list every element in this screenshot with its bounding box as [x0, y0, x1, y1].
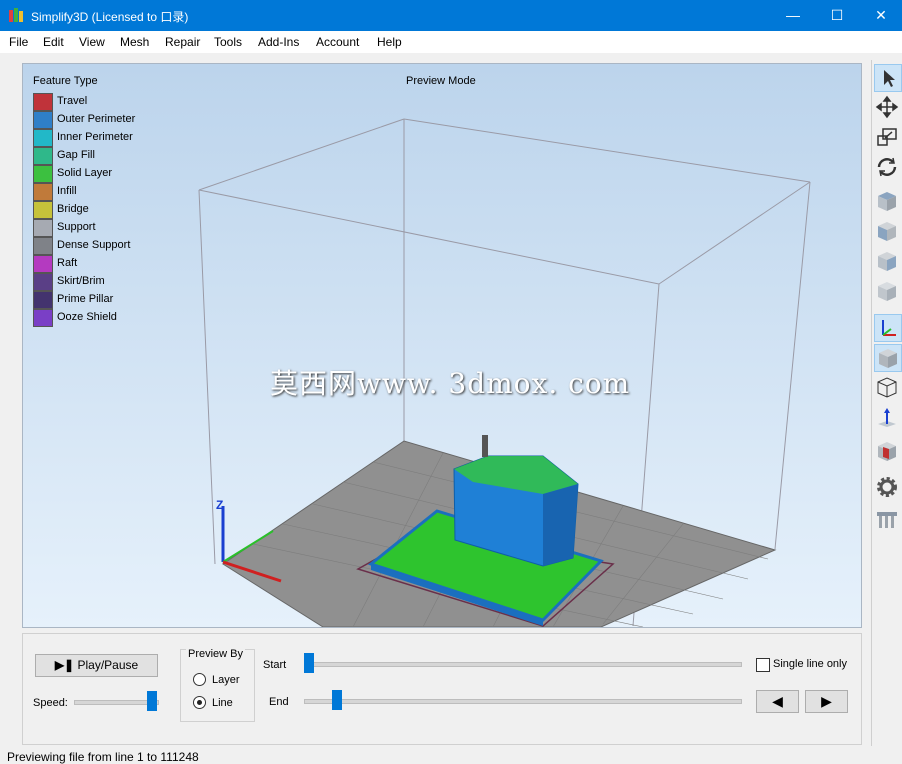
menu-add-ins[interactable]: Add-Ins [258, 35, 299, 49]
close-button[interactable]: ✕ [858, 0, 902, 31]
start-label: Start [263, 659, 287, 671]
legend-label: Bridge [57, 203, 89, 215]
view-top-icon[interactable] [874, 188, 902, 216]
menu-repair[interactable]: Repair [165, 35, 200, 49]
normals-icon[interactable] [874, 404, 902, 432]
play-pause-label: Play/Pause [77, 658, 139, 672]
legend-swatch [33, 309, 53, 327]
view-front-icon[interactable] [874, 218, 902, 246]
line-radio[interactable] [193, 696, 206, 709]
menu-account[interactable]: Account [316, 35, 359, 49]
previous-line-button[interactable]: ◀ [756, 690, 799, 713]
view-side-icon[interactable] [874, 248, 902, 276]
legend-label: Prime Pillar [57, 293, 114, 305]
legend-label: Outer Perimeter [57, 113, 136, 125]
rotate-icon[interactable] [874, 154, 902, 182]
legend-label: Gap Fill [57, 149, 95, 161]
play-pause-icon: ▶❚ [54, 658, 75, 672]
minimize-button[interactable]: — [770, 0, 816, 31]
single-line-label[interactable]: Single line only [773, 658, 847, 670]
menu-file[interactable]: File [9, 35, 28, 49]
legend-swatch [33, 111, 53, 129]
legend-swatch [33, 129, 53, 147]
legend-label: Ooze Shield [57, 311, 117, 323]
menu-mesh[interactable]: Mesh [120, 35, 149, 49]
layer-radio-label[interactable]: Layer [212, 674, 240, 686]
arrow-left-icon: ◀ [772, 693, 783, 709]
preview-by-title: Preview By [186, 648, 246, 660]
line-radio-label[interactable]: Line [212, 697, 233, 709]
legend-label: Skirt/Brim [57, 275, 105, 287]
play-pause-button[interactable]: ▶❚ Play/Pause [35, 654, 158, 677]
axes-toggle-icon[interactable] [874, 314, 902, 342]
arrow-right-icon: ▶ [821, 693, 832, 709]
watermark-text: 莫西网www. 3dmox. com [270, 367, 631, 400]
status-bar-text: Previewing file from line 1 to 111248 [7, 750, 199, 764]
single-line-checkbox[interactable] [756, 658, 770, 672]
next-line-button[interactable]: ▶ [805, 690, 848, 713]
menu-tools[interactable]: Tools [214, 35, 242, 49]
scale-icon[interactable] [874, 124, 902, 152]
preview-mode-label: Preview Mode [406, 75, 476, 87]
start-slider-thumb[interactable] [304, 653, 314, 673]
speed-slider-thumb[interactable] [147, 691, 157, 711]
legend-swatch [33, 255, 53, 273]
layer-radio[interactable] [193, 673, 206, 686]
settings-gear-icon[interactable] [874, 474, 902, 502]
title-bar: Simplify3D (Licensed to 口录) — ☐ ✕ [0, 0, 902, 31]
wireframe-view-icon[interactable] [874, 374, 902, 402]
legend-swatch [33, 93, 53, 111]
legend-label: Support [57, 221, 96, 233]
legend-swatch [33, 165, 53, 183]
legend-label: Inner Perimeter [57, 131, 133, 143]
end-label: End [269, 696, 289, 708]
legend-swatch [33, 219, 53, 237]
legend-swatch [33, 147, 53, 165]
legend-swatch [33, 273, 53, 291]
legend-swatch [33, 201, 53, 219]
legend-title: Feature Type [33, 75, 98, 87]
right-toolbar [871, 60, 902, 746]
maximize-button[interactable]: ☐ [814, 0, 860, 31]
cross-section-icon[interactable] [874, 438, 902, 466]
legend-swatch [33, 183, 53, 201]
menu-edit[interactable]: Edit [43, 35, 64, 49]
preview-by-group: Preview By Layer Line [180, 648, 255, 722]
end-slider-thumb[interactable] [332, 690, 342, 710]
end-slider-track[interactable] [304, 699, 742, 704]
menu-bar: File Edit View Mesh Repair Tools Add-Ins… [0, 31, 902, 53]
support-structures-icon[interactable] [874, 506, 902, 534]
legend-label: Travel [57, 95, 88, 107]
svg-text:Z: Z [216, 498, 223, 512]
scene-3d: Z [198, 118, 811, 627]
preview-viewport[interactable]: Z Feature Type Preview Mode Travel Outer… [22, 63, 862, 628]
preview-controls-panel: ▶❚ Play/Pause Speed: Preview By Layer Li… [22, 633, 862, 745]
start-slider-track[interactable] [304, 662, 742, 667]
menu-help[interactable]: Help [377, 35, 402, 49]
legend-label: Solid Layer [57, 167, 113, 179]
menu-view[interactable]: View [79, 35, 105, 49]
legend-label: Dense Support [57, 239, 131, 251]
move-icon[interactable] [874, 94, 902, 122]
select-arrow-icon[interactable] [874, 64, 902, 92]
window-title: Simplify3D (Licensed to 口录) [31, 10, 189, 24]
legend-label: Raft [57, 257, 78, 269]
speed-label: Speed: [33, 697, 68, 709]
app-logo-icon [9, 8, 23, 22]
legend-swatch [33, 237, 53, 255]
view-iso-icon[interactable] [874, 278, 902, 306]
legend-label: Infill [57, 185, 77, 197]
legend-swatch [33, 291, 53, 309]
solid-view-icon[interactable] [874, 344, 902, 372]
